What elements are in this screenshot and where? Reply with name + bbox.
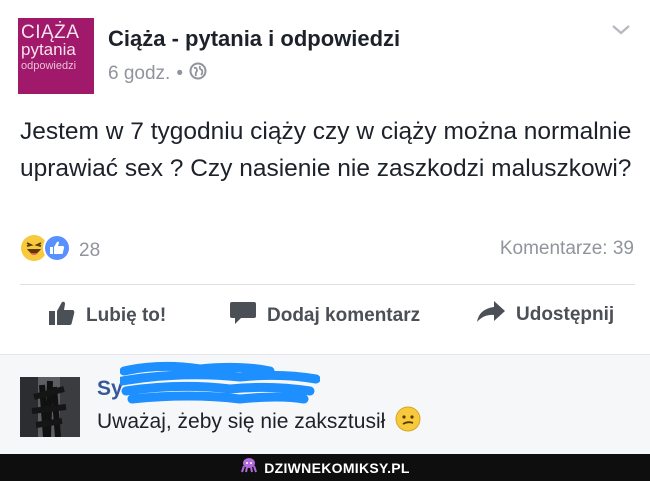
globe-icon	[189, 62, 207, 86]
share-arrow-icon	[476, 300, 506, 330]
speech-bubble-icon	[229, 300, 257, 332]
comment-body: Uważaj, żeby się nie zaksztusił	[97, 406, 421, 438]
avatar-line-3: odpowiedzi	[21, 60, 77, 72]
page-avatar[interactable]: CIĄŻA pytania odpowiedzi	[18, 18, 94, 94]
post-card: CIĄŻA pytania odpowiedzi Ciąża - pytania…	[0, 0, 650, 352]
post-text: Jestem w 7 tygodniu ciąży czy w ciąży mo…	[20, 118, 632, 182]
comments-count-link[interactable]: Komentarze: 39	[500, 238, 634, 260]
post-meta: 6 godz. •	[108, 62, 207, 86]
share-button[interactable]: Udostępnij	[476, 300, 614, 330]
comment-text: Uważaj, żeby się nie zaksztusił	[97, 410, 386, 433]
watermark-text: DZIWNEKOMIKSY.PL	[264, 459, 410, 476]
like-thumb-icon	[43, 234, 71, 267]
commenter-name[interactable]: Sy	[97, 377, 123, 401]
commenter-avatar[interactable]	[20, 377, 80, 437]
comment-section: Sy	[0, 354, 650, 455]
chevron-down-icon[interactable]	[610, 22, 632, 38]
confused-emoji-icon	[395, 406, 421, 438]
avatar-line-2: pytania	[21, 40, 76, 59]
page-name-link[interactable]: Ciąża - pytania i odpowiedzi	[108, 26, 400, 52]
reaction-count: 28	[79, 239, 101, 261]
meta-separator: •	[176, 63, 183, 84]
share-label: Udostępnij	[516, 304, 615, 325]
comment-label: Dodaj komentarz	[267, 305, 421, 326]
reactions-summary[interactable]: 28	[20, 234, 100, 267]
watermark-footer: DZIWNEKOMIKSY.PL	[0, 454, 650, 481]
like-button[interactable]: Lubię to!	[48, 300, 166, 332]
thumbs-up-icon	[48, 300, 76, 332]
like-label: Lubię to!	[86, 305, 167, 326]
name-redaction-scribble	[120, 361, 320, 404]
action-bar: Lubię to! Dodaj komentarz Udostępnij	[0, 300, 650, 340]
divider	[20, 284, 635, 285]
octopus-icon	[240, 457, 258, 478]
post-timestamp[interactable]: 6 godz.	[108, 63, 170, 85]
comment-button[interactable]: Dodaj komentarz	[229, 300, 420, 332]
